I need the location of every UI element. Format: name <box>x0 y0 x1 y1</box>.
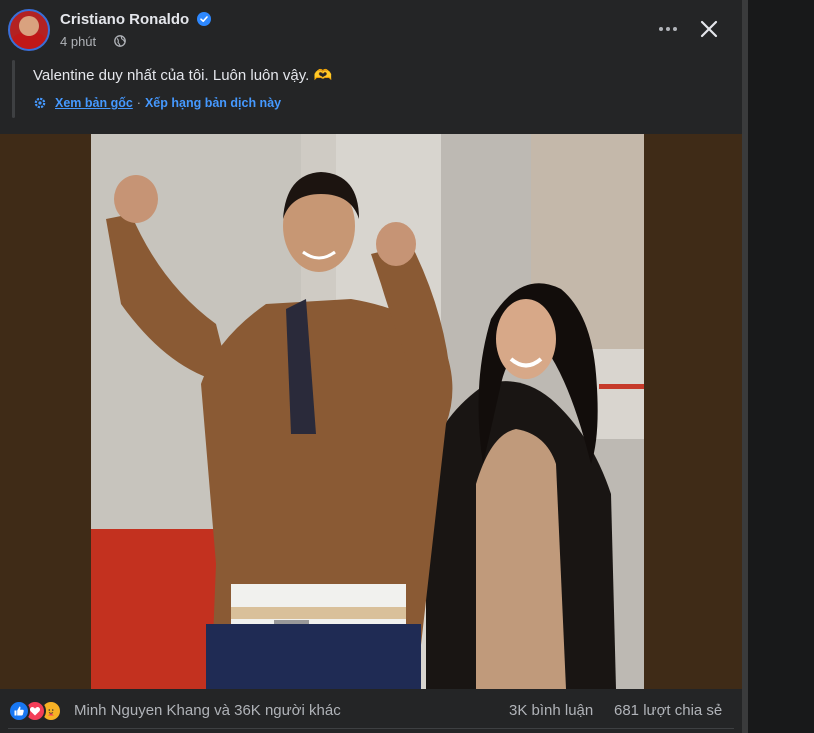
avatar[interactable] <box>8 9 50 51</box>
verified-badge-icon <box>197 12 211 26</box>
rate-translation-link[interactable]: Xếp hạng bản dịch này <box>145 96 281 110</box>
divider <box>8 728 734 729</box>
scrollbar-track[interactable] <box>742 0 748 733</box>
post-footer: Minh Nguyen Khang và 36K người khác 3K b… <box>0 689 742 733</box>
reactions-summary[interactable]: Minh Nguyen Khang và 36K người khác <box>74 702 341 719</box>
reaction-icons[interactable] <box>8 700 68 722</box>
shares-count[interactable]: 681 lượt chia sẻ <box>614 702 722 719</box>
comments-count[interactable]: 3K bình luận <box>509 702 593 719</box>
globe-icon <box>114 35 126 47</box>
right-sidebar <box>742 0 814 733</box>
post-time[interactable]: 4 phút <box>60 34 96 49</box>
translation-indicator <box>12 60 15 118</box>
like-reaction-icon <box>8 700 30 722</box>
post-card: Cristiano Ronaldo 4 phút Valentine duy n… <box>0 0 742 733</box>
separator: · <box>136 96 141 110</box>
author-name[interactable]: Cristiano Ronaldo <box>60 11 189 28</box>
post-text: Valentine duy nhất của tôi. Luôn luôn vậ… <box>33 67 333 84</box>
gear-icon <box>34 97 46 109</box>
close-icon[interactable] <box>694 14 724 44</box>
see-original-link[interactable]: Xem bản gốc <box>55 96 133 110</box>
more-options-button[interactable] <box>653 15 683 43</box>
translation-row: Xem bản gốc · Xếp hạng bản dịch này <box>33 96 281 110</box>
post-photo[interactable] <box>91 134 644 689</box>
post-header: Cristiano Ronaldo 4 phút <box>0 0 742 58</box>
